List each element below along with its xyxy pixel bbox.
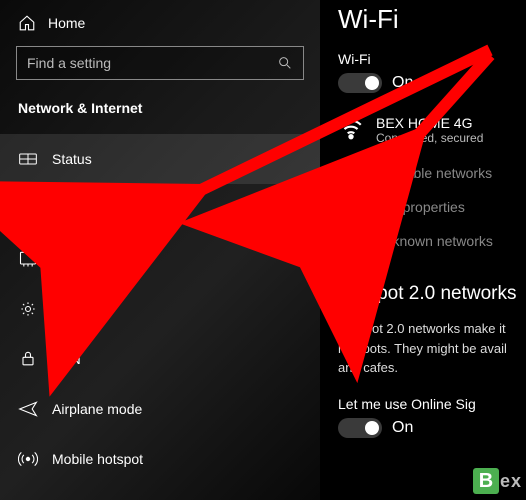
connected-network[interactable]: BEX HOME 4G Connected, secured <box>338 115 526 145</box>
settings-sidebar: Home Find a setting Network & Internet S… <box>0 0 320 500</box>
ethernet-icon <box>18 249 38 269</box>
sidebar-item-label: VPN <box>52 351 81 367</box>
home-label: Home <box>48 15 85 31</box>
sidebar-item-wifi[interactable]: Wi-Fi <box>0 184 320 234</box>
sidebar-item-label: Wi-Fi <box>52 201 85 217</box>
hardware-properties-link[interactable]: Hardware properties <box>338 199 526 215</box>
search-icon <box>277 55 293 71</box>
network-status: Connected, secured <box>376 131 483 145</box>
wifi-toggle[interactable]: On <box>338 73 526 93</box>
sidebar-item-status[interactable]: Status <box>0 134 320 184</box>
sidebar-item-airplane[interactable]: Airplane mode <box>0 384 320 434</box>
main-panel: Wi-Fi Wi-Fi On BEX HOME 4G Connected, se… <box>320 0 526 500</box>
sidebar-item-label: Mobile hotspot <box>52 451 143 467</box>
search-placeholder: Find a setting <box>27 55 277 71</box>
network-name: BEX HOME 4G <box>376 115 483 131</box>
toggle-switch[interactable] <box>338 418 382 438</box>
status-icon <box>18 149 38 169</box>
wifi-signal-icon <box>338 115 364 141</box>
wifi-toggle-state: On <box>392 74 413 92</box>
sidebar-item-hotspot[interactable]: Mobile hotspot <box>0 434 320 484</box>
toggle-switch[interactable] <box>338 73 382 93</box>
hotspot-heading: Hotspot 2.0 networks <box>338 283 526 305</box>
vpn-icon <box>18 349 38 369</box>
watermark: B ex <box>473 468 522 494</box>
search-input[interactable]: Find a setting <box>16 46 304 80</box>
watermark-text: ex <box>500 471 522 492</box>
hotspot-icon <box>18 449 38 469</box>
sidebar-item-label: Status <box>52 151 92 167</box>
wifi-toggle-label: Wi-Fi <box>338 51 526 67</box>
dialup-icon <box>18 299 38 319</box>
online-signup-toggle[interactable]: On <box>338 418 526 438</box>
watermark-badge: B <box>473 468 499 494</box>
manage-known-link[interactable]: Manage known networks <box>338 233 526 249</box>
home-button[interactable]: Home <box>0 4 320 46</box>
online-signup-label: Let me use Online Sig <box>338 396 526 412</box>
category-header: Network & Internet <box>0 98 320 134</box>
sidebar-item-label: Ethernet <box>52 251 105 267</box>
hotspot-description: Hotspot 2.0 networks make it hotspots. T… <box>338 319 526 378</box>
sidebar-item-vpn[interactable]: VPN <box>0 334 320 384</box>
sidebar-item-label: Airplane mode <box>52 401 142 417</box>
online-signup-state: On <box>392 419 413 437</box>
sidebar-item-label: Dial-up <box>52 301 96 317</box>
airplane-icon <box>18 399 38 419</box>
sidebar-item-dialup[interactable]: Dial-up <box>0 284 320 334</box>
wifi-icon <box>18 199 38 219</box>
page-title: Wi-Fi <box>338 4 526 35</box>
sidebar-item-ethernet[interactable]: Ethernet <box>0 234 320 284</box>
show-available-link[interactable]: Show available networks <box>338 165 526 181</box>
home-icon <box>18 14 36 32</box>
